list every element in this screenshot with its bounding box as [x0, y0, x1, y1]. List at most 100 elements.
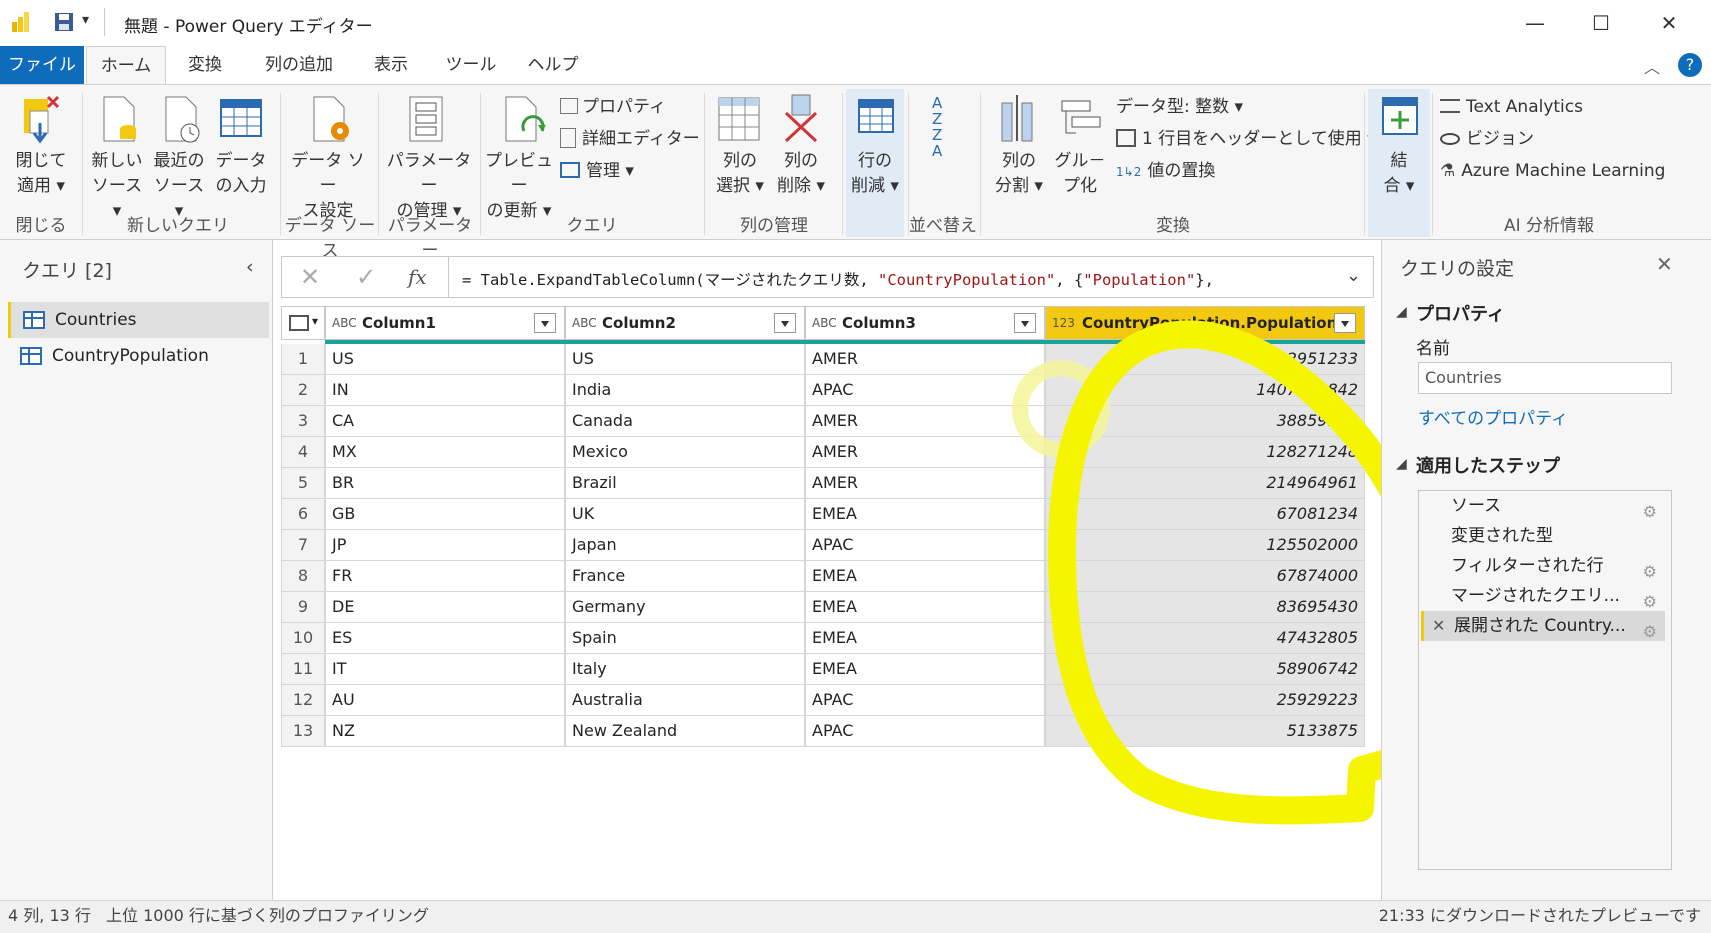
query-name-input[interactable]: Countries — [1418, 362, 1672, 394]
table-row[interactable]: 4 MX Mexico AMER 128271248 — [281, 437, 1365, 468]
table-row[interactable]: 11 IT Italy EMEA 58906742 — [281, 654, 1365, 685]
collapse-steps-icon[interactable]: ◢ — [1396, 456, 1407, 472]
table-cell[interactable]: EMEA — [805, 499, 1045, 530]
table-cell[interactable]: APAC — [805, 685, 1045, 716]
table-cell[interactable]: France — [565, 561, 805, 592]
table-cell[interactable]: FR — [325, 561, 565, 592]
table-cell[interactable]: 214964961 — [1045, 468, 1365, 499]
table-cell[interactable]: BR — [325, 468, 565, 499]
table-cell[interactable]: 38859154 — [1045, 406, 1365, 437]
help-icon[interactable]: ? — [1678, 53, 1702, 77]
step-expanded-country[interactable]: ✕ 展開された Country... ⚙ — [1421, 611, 1665, 641]
remove-columns-button[interactable]: 列の 削除 ▾ — [770, 149, 832, 199]
cancel-formula-icon[interactable]: ✕ — [300, 263, 320, 291]
close-button[interactable]: ✕ — [1646, 6, 1692, 40]
column-filter-dropdown-icon[interactable] — [534, 313, 556, 333]
expand-formula-icon[interactable]: ⌄ — [1346, 265, 1361, 286]
table-cell[interactable]: Italy — [565, 654, 805, 685]
collapse-queries-icon[interactable]: ‹ — [246, 256, 254, 278]
table-cell[interactable]: 1407563842 — [1045, 375, 1365, 406]
table-cell[interactable]: JP — [325, 530, 565, 561]
properties-button[interactable]: プロパティ — [560, 93, 666, 121]
all-properties-link[interactable]: すべてのプロパティ — [1418, 404, 1568, 429]
manage-button[interactable]: 管理 ▾ — [560, 157, 634, 185]
use-first-row-button[interactable]: 1 行目をヘッダーとして使用 ▾ — [1116, 125, 1376, 153]
column-type-icon[interactable]: 123 — [1052, 307, 1075, 339]
table-cell[interactable]: US — [565, 344, 805, 375]
table-cell[interactable]: 67874000 — [1045, 561, 1365, 592]
choose-columns-button[interactable]: 列の 選択 ▾ — [710, 149, 770, 199]
table-cell[interactable]: 128271248 — [1045, 437, 1365, 468]
column-type-icon[interactable]: ABC — [332, 307, 357, 339]
column-filter-dropdown-icon[interactable] — [1014, 313, 1036, 333]
column-filter-dropdown-icon[interactable] — [774, 313, 796, 333]
table-cell[interactable]: AMER — [805, 406, 1045, 437]
table-cell[interactable]: 67081234 — [1045, 499, 1365, 530]
table-cell[interactable]: 25929223 — [1045, 685, 1365, 716]
table-row[interactable]: 12 AU Australia APAC 25929223 — [281, 685, 1365, 716]
tab-home[interactable]: ホーム — [86, 46, 166, 84]
table-cell[interactable]: AU — [325, 685, 565, 716]
advanced-editor-button[interactable]: 詳細エディター — [560, 125, 700, 153]
step-changed-type[interactable]: 変更された型 — [1421, 521, 1665, 551]
azure-ml-button[interactable]: ⚗ Azure Machine Learning — [1440, 157, 1665, 185]
table-cell[interactable]: Mexico — [565, 437, 805, 468]
table-row[interactable]: 3 CA Canada AMER 38859154 — [281, 406, 1365, 437]
table-cell[interactable]: 47432805 — [1045, 623, 1365, 654]
query-item-countries[interactable]: Countries — [8, 302, 269, 338]
table-cell[interactable]: GB — [325, 499, 565, 530]
sort-ascending-icon[interactable]: AZ — [932, 95, 942, 127]
tab-help[interactable]: ヘルプ — [520, 46, 586, 84]
combine-button[interactable]: 結 合 ▾ — [1368, 149, 1430, 199]
fx-icon[interactable]: fx — [408, 265, 427, 289]
column-profiling-status[interactable]: 上位 1000 行に基づく列のプロファイリング — [106, 901, 429, 931]
table-cell[interactable]: UK — [565, 499, 805, 530]
table-cell[interactable]: APAC — [805, 530, 1045, 561]
table-cell[interactable]: IT — [325, 654, 565, 685]
table-cell[interactable]: 125502000 — [1045, 530, 1365, 561]
table-cell[interactable]: EMEA — [805, 592, 1045, 623]
table-cell[interactable]: IN — [325, 375, 565, 406]
column-type-icon[interactable]: ABC — [572, 307, 597, 339]
table-cell[interactable]: 83695430 — [1045, 592, 1365, 623]
table-cell[interactable]: APAC — [805, 716, 1045, 747]
group-by-button[interactable]: グル－ プ化 — [1052, 149, 1108, 199]
tab-view[interactable]: 表示 — [360, 46, 422, 84]
table-cell[interactable]: NZ — [325, 716, 565, 747]
column-header[interactable]: ABC Column1 — [325, 306, 565, 340]
column-header[interactable]: 123 CountryPopulation.Population — [1045, 306, 1365, 340]
maximize-button[interactable]: ☐ — [1578, 6, 1624, 40]
minimize-button[interactable]: — — [1512, 6, 1558, 40]
reduce-rows-button[interactable]: 行の 削減 ▾ — [846, 149, 904, 199]
column-filter-dropdown-icon[interactable] — [1334, 313, 1356, 333]
table-cell[interactable]: MX — [325, 437, 565, 468]
table-cell[interactable]: ES — [325, 623, 565, 654]
table-cell[interactable]: EMEA — [805, 561, 1045, 592]
tab-add-column[interactable]: 列の追加 — [252, 46, 346, 84]
table-cell[interactable]: 5133875 — [1045, 716, 1365, 747]
delete-step-icon[interactable]: ✕ — [1432, 611, 1445, 641]
tab-file[interactable]: ファイル — [0, 46, 84, 84]
table-cell[interactable]: US — [325, 344, 565, 375]
table-cell[interactable]: New Zealand — [565, 716, 805, 747]
table-row[interactable]: 13 NZ New Zealand APAC 5133875 — [281, 716, 1365, 747]
table-row[interactable]: 8 FR France EMEA 67874000 — [281, 561, 1365, 592]
vision-button[interactable]: ビジョン — [1440, 125, 1534, 153]
replace-values-button[interactable]: 1↳2 値の置換 — [1116, 157, 1215, 185]
table-row[interactable]: 7 JP Japan APAC 125502000 — [281, 530, 1365, 561]
sort-descending-icon[interactable]: ZA — [932, 127, 942, 159]
collapse-properties-icon[interactable]: ◢ — [1396, 304, 1407, 320]
table-cell[interactable]: EMEA — [805, 623, 1045, 654]
confirm-formula-icon[interactable]: ✓ — [356, 263, 376, 291]
gear-icon[interactable]: ⚙ — [1643, 617, 1657, 647]
table-row[interactable]: 5 BR Brazil AMER 214964961 — [281, 468, 1365, 499]
column-type-icon[interactable]: ABC — [812, 307, 837, 339]
collapse-ribbon-icon[interactable]: ︿ — [1644, 54, 1660, 78]
table-row[interactable]: 1 US US AMER 332951233 — [281, 344, 1365, 375]
table-row[interactable]: 9 DE Germany EMEA 83695430 — [281, 592, 1365, 623]
column-header[interactable]: ABC Column3 — [805, 306, 1045, 340]
table-cell[interactable]: Australia — [565, 685, 805, 716]
table-cell[interactable]: CA — [325, 406, 565, 437]
table-cell[interactable]: Brazil — [565, 468, 805, 499]
table-menu-icon[interactable]: ▾ — [281, 306, 325, 340]
